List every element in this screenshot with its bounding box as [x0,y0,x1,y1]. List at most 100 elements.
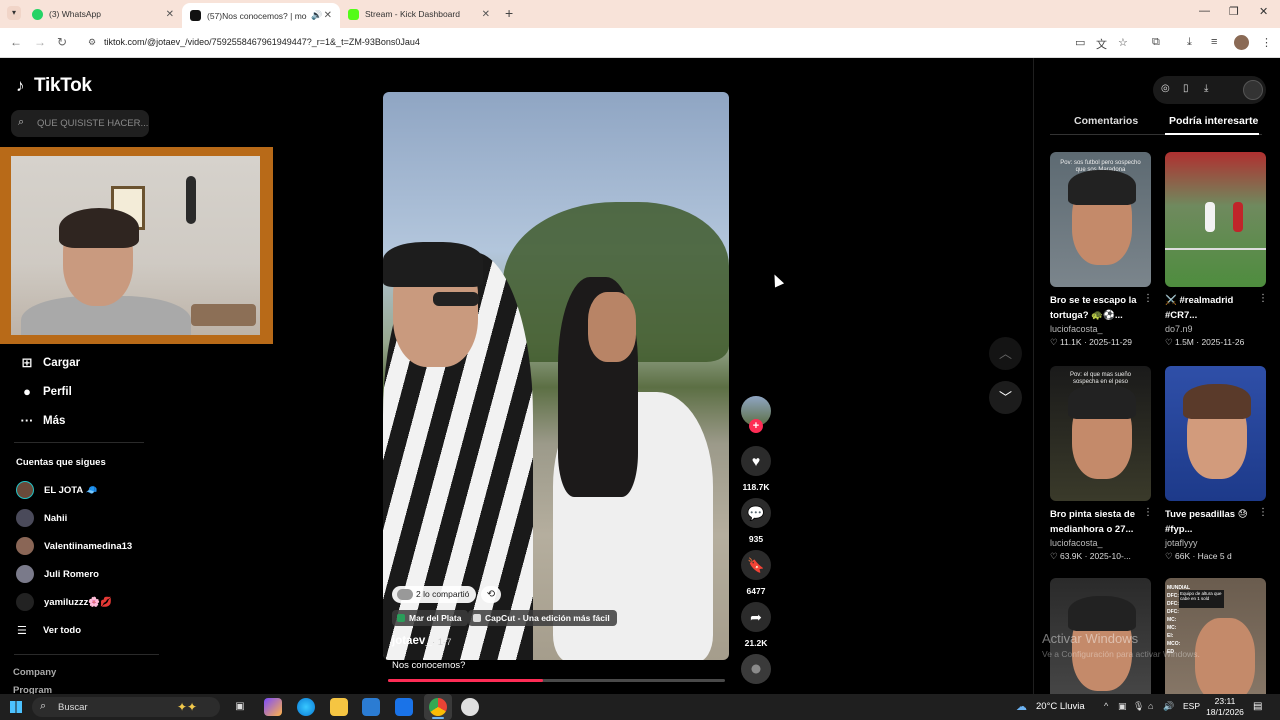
new-tab-button[interactable]: + [505,5,513,21]
music-disc-icon[interactable] [741,654,771,684]
following-item[interactable]: Valentiinamedina13 [16,537,132,555]
extensions-icon[interactable]: ⧉ [1152,36,1160,49]
weather-rain-icon[interactable]: ☁ [1016,700,1027,713]
search-input[interactable]: ⌕ QUE QUISISTE HACER... [11,110,149,137]
card-author[interactable]: luciofacosta_ [1050,324,1151,334]
minimize-button[interactable]: — [1199,5,1210,17]
video-progress-bar[interactable] [388,679,725,682]
tiktok-logo[interactable]: ♪ TikTok [16,75,92,97]
following-item[interactable]: Juli Romero [16,565,99,583]
video-author[interactable]: jotaev_ [392,635,432,647]
suggested-video-card[interactable]: Pov: el que mas sueño sospecha en el pes… [1050,366,1153,562]
windows-start-icon[interactable] [10,701,22,713]
notification-icon[interactable]: ▤ [1253,701,1262,712]
outlook-icon[interactable] [395,698,413,716]
clock[interactable]: 23:11 18/1/2026 [1205,696,1245,718]
volume-icon[interactable]: 🔊 [1163,701,1174,712]
translate-icon[interactable]: 文 [1096,36,1107,52]
follow-plus-icon[interactable]: + [749,419,763,433]
video-thumbnail[interactable] [1165,366,1266,501]
repost-icon[interactable]: ⟲ [481,586,501,603]
close-tab-icon[interactable]: ✕ [166,9,174,20]
tab-interest[interactable]: Podría interesarte [1169,115,1258,127]
tray-chevron-icon[interactable]: ^ [1104,701,1108,711]
more-options-icon[interactable]: ⋮ [1258,507,1268,518]
following-item[interactable]: Nahii [16,509,67,527]
compass-icon[interactable]: ◎ [1161,83,1170,94]
nav-profile[interactable]: ● Perfil [17,384,72,399]
edge-icon[interactable] [297,698,315,716]
shared-pill[interactable]: 2 lo compartió [392,586,477,603]
card-author[interactable]: luciofacosta_ [1050,538,1151,548]
copilot-icon[interactable] [264,698,282,716]
suggested-video-card[interactable]: ⋮ Tuve pesadillas 😓 #fyp... jotaflyyy ♡ … [1165,366,1268,562]
suggested-video-card[interactable]: Equipo de altura que cabe en 1 sold MUND… [1165,578,1266,713]
profile-avatar[interactable] [1234,35,1249,50]
suggested-video-card[interactable]: ⋮ ⚔️ #realmadrid #CR7... do7.n9 ♡ 1.5M ·… [1165,152,1268,348]
microphone-icon[interactable]: 🎙 [1133,701,1144,712]
card-author[interactable]: do7.n9 [1165,324,1266,334]
task-view-icon[interactable]: ▣ [231,698,249,716]
video-thumbnail[interactable]: Pov: sos futbol pero sospecho que sos Ma… [1050,152,1151,287]
url-text[interactable]: tiktok.com/@jotaev_/video/75925584679619… [104,37,420,47]
network-icon[interactable]: ⌂ [1148,701,1153,711]
reading-list-icon[interactable]: ≡ [1211,36,1217,48]
chrome-icon[interactable] [429,698,447,716]
card-author[interactable]: jotaflyyy [1165,538,1266,548]
like-button[interactable]: ♥ [741,446,771,476]
footer-company-link[interactable]: Company [13,667,56,678]
see-all-link[interactable]: ☰ Ver todo [17,624,81,637]
more-options-icon[interactable]: ⋮ [1258,293,1268,304]
tray-app-icon[interactable]: ▣ [1118,701,1127,712]
following-item[interactable]: yamiluzzz🌸💋 [16,593,112,611]
forward-icon[interactable]: → [34,35,46,49]
restore-button[interactable]: ❐ [1229,5,1239,18]
video-thumbnail[interactable]: Equipo de altura que cabe en 1 sold MUND… [1165,578,1266,713]
weather-text[interactable]: 20°C Lluvia [1036,701,1085,712]
language-indicator[interactable]: ESP [1183,701,1200,711]
tab-whatsapp[interactable]: (3) WhatsApp ✕ [26,4,182,24]
tab-kick[interactable]: Stream - Kick Dashboard ✕ [342,4,498,24]
site-info-icon[interactable]: ⚙ [88,37,96,48]
taskbar-search[interactable]: ⌕ Buscar ✦✦ [32,697,220,717]
tab-tiktok[interactable]: (57)Nos conocemos? | moe 🔊 ✕ [182,3,340,28]
location-tag[interactable]: Mar del Plata [392,610,469,626]
comment-button[interactable]: 💬 [741,498,771,528]
video-thumbnail[interactable] [1165,152,1266,287]
nav-upload[interactable]: ⊞ Cargar [17,355,81,371]
speaker-icon[interactable]: 🔊 [311,10,322,21]
close-window-button[interactable]: ✕ [1259,5,1268,18]
url-field[interactable]: ⚙ tiktok.com/@jotaev_/video/759255846796… [82,32,1142,54]
close-tab-icon[interactable]: ✕ [482,9,490,20]
back-icon[interactable]: ← [10,35,22,49]
user-avatar[interactable] [1243,80,1263,100]
streamer-hair [59,208,139,248]
download-icon[interactable]: ⤓ [1204,83,1208,94]
search-placeholder: QUE QUISISTE HACER... [37,118,149,129]
previous-video-button[interactable]: ︿ [989,337,1022,370]
share-button[interactable]: ➦ [741,602,771,632]
next-video-button[interactable]: ﹀ [989,381,1022,414]
card-date: 2025-11-29 [1089,337,1132,347]
video-player[interactable] [383,92,729,660]
save-button[interactable]: 🔖 [741,550,771,580]
more-menu-icon[interactable]: ⋮ [1261,36,1272,49]
reload-icon[interactable]: ↻ [57,35,67,49]
phone-icon[interactable]: ▯ [1183,83,1189,94]
capcut-tag[interactable]: CapCut - Una edición más fácil [468,610,617,626]
video-thumbnail[interactable]: Pov: el que mas sueño sospecha en el pes… [1050,366,1151,501]
following-item[interactable]: EL JOTA 🧢 [16,481,97,499]
more-options-icon[interactable]: ⋮ [1143,293,1153,304]
tab-comments[interactable]: Comentarios [1074,115,1138,127]
download-icon[interactable]: ⤓ [1187,36,1192,49]
cast-icon[interactable]: ▭ [1075,36,1085,49]
more-options-icon[interactable]: ⋮ [1143,507,1153,518]
tab-search-icon[interactable]: ▾ [7,6,21,20]
obs-icon[interactable] [461,698,479,716]
suggested-video-card[interactable]: Pov: sos futbol pero sospecho que sos Ma… [1050,152,1153,348]
bookmark-star-icon[interactable]: ☆ [1118,36,1128,49]
file-explorer-icon[interactable] [330,698,348,716]
store-icon[interactable] [362,698,380,716]
nav-more[interactable]: ··· Más [17,413,66,428]
close-tab-icon[interactable]: ✕ [324,10,332,21]
